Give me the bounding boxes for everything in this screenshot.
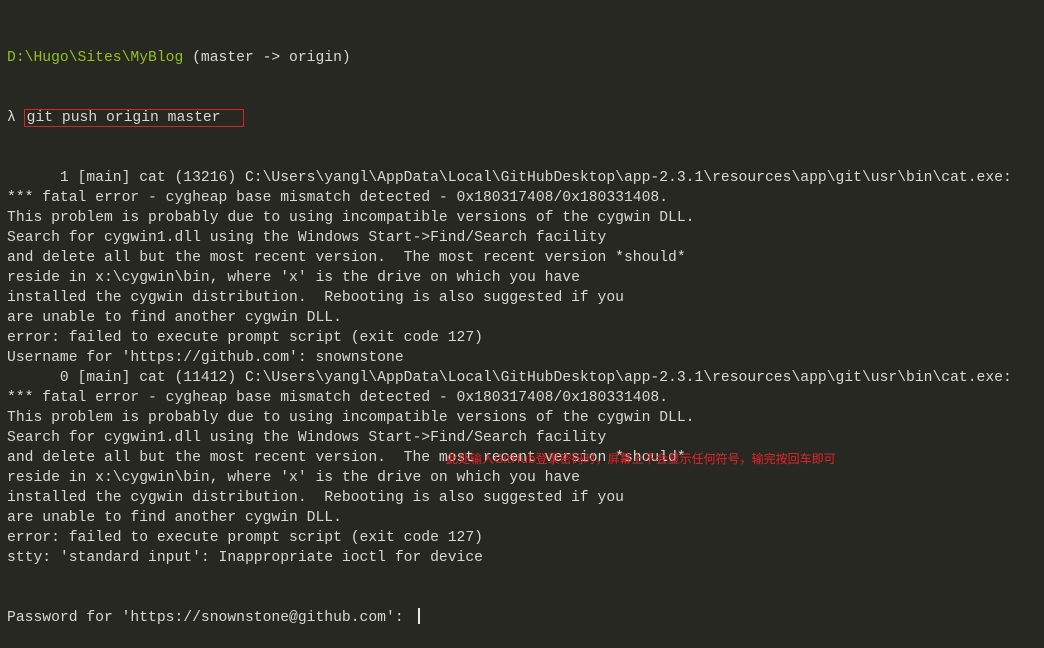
output-line: Search for cygwin1.dll using the Windows…	[7, 430, 607, 446]
output-line: stty: 'standard input': Inappropriate io…	[7, 550, 483, 566]
terminal[interactable]: D:\Hugo\Sites\MyBlog (master -> origin) …	[7, 8, 1012, 648]
password-line[interactable]: Password for 'https://snownstone@github.…	[7, 608, 1012, 628]
output-line: reside in x:\cygwin\bin, where 'x' is th…	[7, 470, 580, 486]
output-line: 0 [main] cat (11412) C:\Users\yangl\AppD…	[7, 370, 1012, 386]
prompt-path: D:\Hugo\Sites\MyBlog	[7, 50, 184, 66]
output-line: installed the cygwin distribution. Reboo…	[7, 290, 624, 306]
output-line: installed the cygwin distribution. Reboo…	[7, 490, 624, 506]
output-line: 1 [main] cat (13216) C:\Users\yangl\AppD…	[7, 170, 1012, 186]
output-line: error: failed to execute prompt script (…	[7, 330, 483, 346]
command-line: λ git push origin master	[7, 108, 1012, 128]
output-line: are unable to find another cygwin DLL.	[7, 310, 342, 326]
output-line: reside in x:\cygwin\bin, where 'x' is th…	[7, 270, 580, 286]
output-line: This problem is probably due to using in…	[7, 410, 695, 426]
prompt-branch: (master -> origin)	[183, 50, 351, 66]
password-prompt: Password for 'https://snownstone@github.…	[7, 610, 413, 626]
lambda-icon: λ	[7, 110, 16, 126]
output-line: Search for cygwin1.dll using the Windows…	[7, 230, 607, 246]
annotation-note: 此处输入GitHub登录密码时，屏幕上不会显示任何符号，输完按回车即可	[446, 452, 836, 466]
output-line: are unable to find another cygwin DLL.	[7, 510, 342, 526]
text-cursor	[418, 608, 421, 624]
output-line: error: failed to execute prompt script (…	[7, 530, 483, 546]
output-line: Username for 'https://github.com': snown…	[7, 350, 404, 366]
output-line: and delete all but the most recent versi…	[7, 250, 686, 266]
output-line: *** fatal error - cygheap base mismatch …	[7, 190, 669, 206]
highlighted-command: git push origin master	[23, 109, 244, 127]
output-line: *** fatal error - cygheap base mismatch …	[7, 390, 669, 406]
output-line: This problem is probably due to using in…	[7, 210, 695, 226]
prompt-line: D:\Hugo\Sites\MyBlog (master -> origin)	[7, 48, 1012, 68]
